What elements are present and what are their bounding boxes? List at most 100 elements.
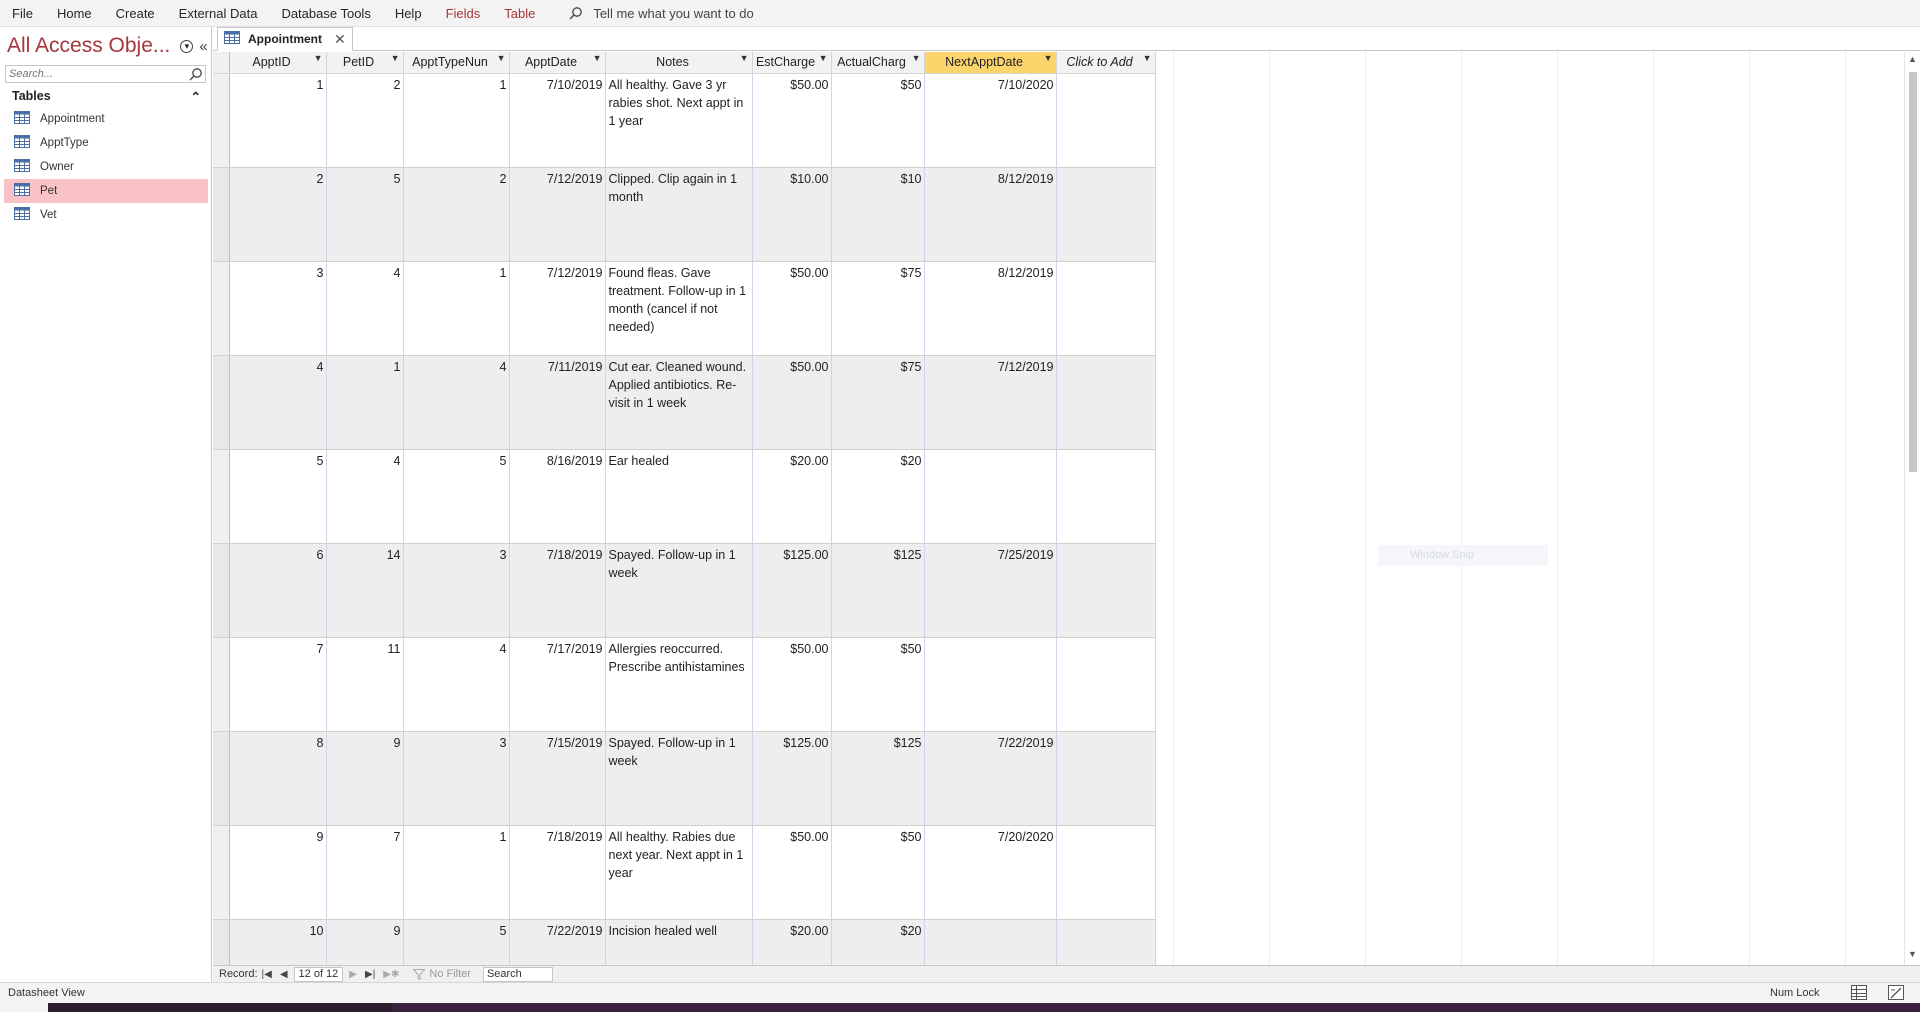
record-selector[interactable] (213, 825, 230, 920)
cell-click-to-add[interactable] (1056, 355, 1156, 450)
column-header-notes[interactable]: Notes ▼ (605, 52, 753, 74)
cell-notes[interactable]: All healthy. Gave 3 yr rabies shot. Next… (605, 73, 753, 168)
nav-item-appttype[interactable]: ApptType (4, 131, 208, 155)
cell-apptid[interactable]: 1 (229, 73, 327, 168)
cell-click-to-add[interactable] (1056, 73, 1156, 168)
record-search-input[interactable]: Search (482, 966, 553, 982)
menu-home[interactable]: Home (45, 0, 104, 27)
scroll-thumb[interactable] (1909, 72, 1917, 472)
chevron-down-icon[interactable]: ▼ (740, 53, 749, 63)
cell-apptdate[interactable]: 7/17/2019 (509, 637, 606, 732)
record-position-field[interactable]: 12 of 12 (293, 966, 344, 982)
cell-estcharge[interactable]: $50.00 (752, 355, 832, 450)
cell-apptid[interactable]: 2 (229, 167, 327, 262)
column-header-click-to-add[interactable]: Click to Add ▼ (1056, 52, 1156, 74)
menu-external-data[interactable]: External Data (167, 0, 270, 27)
cell-notes[interactable]: All healthy. Rabies due next year. Next … (605, 825, 753, 920)
cell-notes[interactable]: Clipped. Clip again in 1 month (605, 167, 753, 262)
cell-notes[interactable]: Cut ear. Cleaned wound. Applied antibiot… (605, 355, 753, 450)
cell-estcharge[interactable]: $20.00 (752, 919, 832, 965)
cell-nextapptdate[interactable]: 7/12/2019 (924, 355, 1057, 450)
cell-apptdate[interactable]: 7/11/2019 (509, 355, 606, 450)
next-record-icon[interactable]: ▶ (349, 969, 357, 980)
column-header-appttypenum[interactable]: ApptTypeNun ▼ (403, 52, 510, 74)
design-view-icon[interactable] (1888, 985, 1904, 1003)
cell-nextapptdate[interactable] (924, 637, 1057, 732)
cell-actualcharge[interactable]: $20 (831, 919, 925, 965)
scroll-up-icon[interactable]: ▲ (1905, 54, 1920, 68)
record-selector[interactable] (213, 543, 230, 638)
select-all-corner[interactable] (213, 52, 230, 74)
cell-click-to-add[interactable] (1056, 637, 1156, 732)
record-selector[interactable] (213, 261, 230, 356)
first-record-icon[interactable]: |◀ (262, 969, 272, 980)
cell-petid[interactable]: 2 (326, 73, 404, 168)
cell-estcharge[interactable]: $50.00 (752, 261, 832, 356)
cell-nextapptdate[interactable]: 7/20/2020 (924, 825, 1057, 920)
cell-nextapptdate[interactable]: 8/12/2019 (924, 261, 1057, 356)
cell-actualcharge[interactable]: $10 (831, 167, 925, 262)
cell-actualcharge[interactable]: $75 (831, 355, 925, 450)
nav-title[interactable]: All Access Obje... (7, 34, 170, 58)
cell-click-to-add[interactable] (1056, 919, 1156, 965)
cell-click-to-add[interactable] (1056, 731, 1156, 826)
cell-click-to-add[interactable] (1056, 261, 1156, 356)
cell-estcharge[interactable]: $10.00 (752, 167, 832, 262)
nav-item-appointment[interactable]: Appointment (4, 107, 208, 131)
collapse-pane-icon[interactable]: « (199, 38, 207, 55)
column-header-nextapptdate[interactable]: NextApptDate ▼ (924, 52, 1057, 74)
cell-notes[interactable]: Found fleas. Gave treatment. Follow-up i… (605, 261, 753, 356)
cell-apptdate[interactable]: 7/18/2019 (509, 825, 606, 920)
tab-appointment[interactable]: Appointment ✕ (217, 27, 353, 51)
cell-appttypenum[interactable]: 3 (403, 731, 510, 826)
chevron-down-icon[interactable]: ▼ (593, 53, 602, 63)
menu-create[interactable]: Create (104, 0, 167, 27)
cell-actualcharge[interactable]: $125 (831, 731, 925, 826)
cell-apptid[interactable]: 8 (229, 731, 327, 826)
cell-apptid[interactable]: 3 (229, 261, 327, 356)
cell-click-to-add[interactable] (1056, 167, 1156, 262)
cell-appttypenum[interactable]: 1 (403, 261, 510, 356)
scroll-down-icon[interactable]: ▼ (1905, 949, 1920, 963)
chevron-down-icon[interactable]: ▼ (314, 53, 323, 63)
menu-table[interactable]: Table (492, 0, 547, 27)
cell-notes[interactable]: Ear healed (605, 449, 753, 544)
column-header-apptid[interactable]: ApptID ▼ (229, 52, 327, 74)
filter-toggle[interactable]: No Filter (413, 968, 471, 980)
cell-nextapptdate[interactable]: 7/22/2019 (924, 731, 1057, 826)
cell-actualcharge[interactable]: $20 (831, 449, 925, 544)
cell-petid[interactable]: 1 (326, 355, 404, 450)
cell-petid[interactable]: 9 (326, 919, 404, 965)
cell-apptdate[interactable]: 7/12/2019 (509, 167, 606, 262)
record-selector[interactable] (213, 449, 230, 544)
cell-apptid[interactable]: 10 (229, 919, 327, 965)
cell-apptid[interactable]: 6 (229, 543, 327, 638)
record-selector[interactable] (213, 167, 230, 262)
search-icon[interactable] (189, 67, 203, 84)
cell-actualcharge[interactable]: $50 (831, 825, 925, 920)
menu-fields[interactable]: Fields (434, 0, 493, 27)
cell-click-to-add[interactable] (1056, 449, 1156, 544)
menu-help[interactable]: Help (383, 0, 434, 27)
cell-apptid[interactable]: 4 (229, 355, 327, 450)
nav-search-input[interactable] (6, 66, 191, 82)
cell-apptid[interactable]: 7 (229, 637, 327, 732)
chevron-down-icon[interactable]: ▼ (1044, 53, 1053, 63)
cell-appttypenum[interactable]: 5 (403, 449, 510, 544)
cell-appttypenum[interactable]: 1 (403, 825, 510, 920)
cell-petid[interactable]: 9 (326, 731, 404, 826)
cell-actualcharge[interactable]: $75 (831, 261, 925, 356)
new-record-icon[interactable]: ▶✱ (383, 969, 399, 980)
last-record-icon[interactable]: ▶| (365, 969, 375, 980)
cell-appttypenum[interactable]: 4 (403, 355, 510, 450)
cell-apptdate[interactable]: 7/15/2019 (509, 731, 606, 826)
cell-actualcharge[interactable]: $50 (831, 73, 925, 168)
cell-apptid[interactable]: 5 (229, 449, 327, 544)
chevron-down-icon[interactable]: ▼ (819, 53, 828, 63)
cell-actualcharge[interactable]: $125 (831, 543, 925, 638)
chevron-down-icon[interactable]: ▾ (180, 39, 194, 53)
previous-record-icon[interactable]: ◀ (280, 969, 288, 980)
cell-estcharge[interactable]: $50.00 (752, 73, 832, 168)
record-selector[interactable] (213, 355, 230, 450)
chevron-down-icon[interactable]: ▼ (391, 53, 400, 63)
